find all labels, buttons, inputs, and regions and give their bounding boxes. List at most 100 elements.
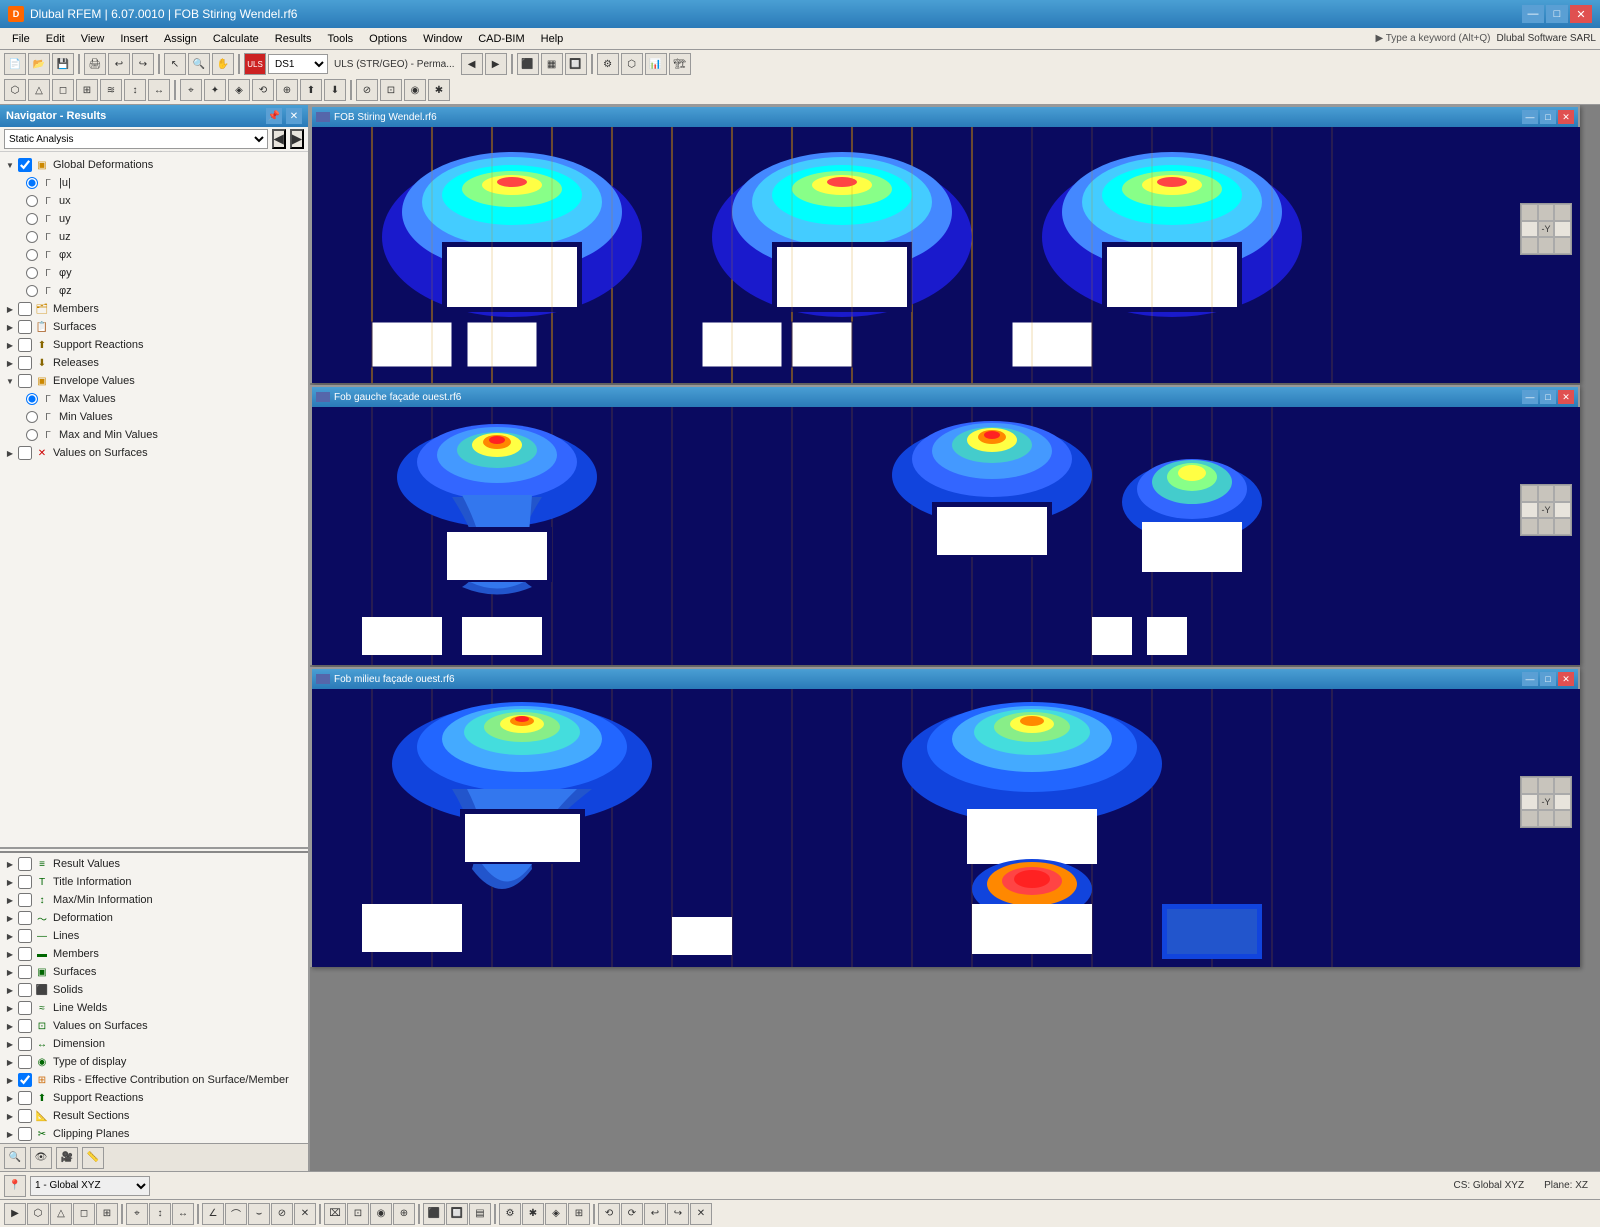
bt-28[interactable]: ↪ — [667, 1203, 689, 1225]
radio-u-abs[interactable] — [26, 177, 38, 189]
tb-misc1[interactable]: ⚙ — [597, 53, 619, 75]
arrow-result-sections[interactable]: ▶ — [4, 1110, 16, 1122]
mdi-min-3[interactable]: — — [1522, 672, 1538, 686]
check-support-reactions-b[interactable] — [18, 1091, 32, 1105]
menu-insert[interactable]: Insert — [112, 31, 156, 47]
check-dimension[interactable] — [18, 1037, 32, 1051]
arrow-surfaces-b[interactable]: ▶ — [4, 966, 16, 978]
tb-load-case[interactable]: DS1 — [268, 54, 328, 74]
mdi-min-2[interactable]: — — [1522, 390, 1538, 404]
bt-12[interactable]: ⊘ — [271, 1203, 293, 1225]
bottom-maxmin-info[interactable]: ▶ ↕ Max/Min Information — [0, 891, 308, 909]
radio-phix[interactable] — [26, 249, 38, 261]
arrow-title-info[interactable]: ▶ — [4, 876, 16, 888]
arrow-deformation[interactable]: ▶ — [4, 912, 16, 924]
bt-9[interactable]: ∠ — [202, 1203, 224, 1225]
bt-8[interactable]: ↔ — [172, 1203, 194, 1225]
tb-print[interactable]: 🖨 — [84, 53, 106, 75]
nav-prev[interactable]: ◀ — [272, 129, 286, 149]
mdi-close-3[interactable]: ✕ — [1558, 672, 1574, 686]
radio-phiy[interactable] — [26, 267, 38, 279]
tb-next[interactable]: ▶ — [485, 53, 507, 75]
bt-20[interactable]: ▤ — [469, 1203, 491, 1225]
arrow-members-b[interactable]: ▶ — [4, 948, 16, 960]
check-maxmin-info[interactable] — [18, 893, 32, 907]
menu-cadbim[interactable]: CAD-BIM — [470, 31, 532, 47]
check-releases[interactable] — [18, 356, 32, 370]
tb2-9[interactable]: ✦ — [204, 79, 226, 101]
nav-close[interactable]: ✕ — [286, 108, 302, 124]
radio-min-values[interactable] — [26, 411, 38, 423]
check-solids[interactable] — [18, 983, 32, 997]
tree-support-reactions[interactable]: ▶ ⬆ Support Reactions — [0, 336, 308, 354]
menu-results[interactable]: Results — [267, 31, 320, 47]
arrow-maxmin-info[interactable]: ▶ — [4, 894, 16, 906]
bt-23[interactable]: ◈ — [545, 1203, 567, 1225]
arrow-support-reactions-b[interactable]: ▶ — [4, 1092, 16, 1104]
bt-1[interactable]: ▶ — [4, 1203, 26, 1225]
bottom-result-sections[interactable]: ▶ 📐 Result Sections — [0, 1107, 308, 1125]
tb-select[interactable]: ↖ — [164, 53, 186, 75]
menu-window[interactable]: Window — [415, 31, 470, 47]
bt-15[interactable]: ⊡ — [347, 1203, 369, 1225]
tb-redo[interactable]: ↪ — [132, 53, 154, 75]
bt-10[interactable]: ⌒ — [225, 1203, 247, 1225]
nav-filter-select[interactable]: Static Analysis — [4, 129, 268, 149]
bottom-dimension[interactable]: ▶ ↔ Dimension — [0, 1035, 308, 1053]
tb2-5[interactable]: ≋ — [100, 79, 122, 101]
mdi-max-1[interactable]: □ — [1540, 110, 1556, 124]
bt-26[interactable]: ⟳ — [621, 1203, 643, 1225]
tb2-3[interactable]: ◻ — [52, 79, 74, 101]
radio-phiz[interactable] — [26, 285, 38, 297]
nav-icon1[interactable]: 🔍 — [4, 1147, 26, 1169]
mdi-min-1[interactable]: — — [1522, 110, 1538, 124]
arrow-result-values[interactable]: ▶ — [4, 858, 16, 870]
nav-icon4[interactable]: 📏 — [82, 1147, 104, 1169]
arrow-solids[interactable]: ▶ — [4, 984, 16, 996]
arrow-values-surfaces-b[interactable]: ▶ — [4, 1020, 16, 1032]
close-button[interactable]: ✕ — [1570, 5, 1592, 23]
tb2-15[interactable]: ⊘ — [356, 79, 378, 101]
tree-min-values[interactable]: Γ Min Values — [0, 408, 308, 426]
menu-calculate[interactable]: Calculate — [205, 31, 267, 47]
radio-max-min-values[interactable] — [26, 429, 38, 441]
check-members[interactable] — [18, 302, 32, 316]
check-values-surfaces[interactable] — [18, 446, 32, 460]
bt-14[interactable]: ⌧ — [324, 1203, 346, 1225]
menu-assign[interactable]: Assign — [156, 31, 205, 47]
bt-5[interactable]: ⊞ — [96, 1203, 118, 1225]
tb2-2[interactable]: △ — [28, 79, 50, 101]
check-lines[interactable] — [18, 929, 32, 943]
tree-phix[interactable]: Γ φx — [0, 246, 308, 264]
tree-arrow-values-surfaces[interactable]: ▶ — [4, 447, 16, 459]
tb2-1[interactable]: ⬡ — [4, 79, 26, 101]
tree-arrow-members[interactable]: ▶ — [4, 303, 16, 315]
coordinate-system-select[interactable]: 1 - Global XYZ — [30, 1176, 150, 1196]
tb2-10[interactable]: ◈ — [228, 79, 250, 101]
tree-global-deformations[interactable]: ▼ ▣ Global Deformations — [0, 156, 308, 174]
tree-arrow-deformations[interactable]: ▼ — [4, 159, 16, 171]
bottom-result-values[interactable]: ▶ ≡ Result Values — [0, 855, 308, 873]
arrow-clipping-planes[interactable]: ▶ — [4, 1128, 16, 1140]
bottom-ribs[interactable]: ▶ ⊞ Ribs - Effective Contribution on Sur… — [0, 1071, 308, 1089]
tree-arrow-support[interactable]: ▶ — [4, 339, 16, 351]
tb-save[interactable]: 💾 — [52, 53, 74, 75]
nav-icon3[interactable]: 🎥 — [56, 1147, 78, 1169]
tb-zoom[interactable]: 🔍 — [188, 53, 210, 75]
bottom-solids[interactable]: ▶ ⬛ Solids — [0, 981, 308, 999]
bt-6[interactable]: ⌖ — [126, 1203, 148, 1225]
tree-uz[interactable]: Γ uz — [0, 228, 308, 246]
mdi-close-2[interactable]: ✕ — [1558, 390, 1574, 404]
bt-13[interactable]: ✕ — [294, 1203, 316, 1225]
tb2-18[interactable]: ✱ — [428, 79, 450, 101]
tb-open[interactable]: 📂 — [28, 53, 50, 75]
tree-ux[interactable]: Γ ux — [0, 192, 308, 210]
mdi-max-3[interactable]: □ — [1540, 672, 1556, 686]
check-global-deformations[interactable] — [18, 158, 32, 172]
bt-18[interactable]: ⬛ — [423, 1203, 445, 1225]
check-title-info[interactable] — [18, 875, 32, 889]
tree-max-values[interactable]: Γ Max Values — [0, 390, 308, 408]
sb-icon1[interactable]: 📍 — [4, 1175, 26, 1197]
tree-envelope-values[interactable]: ▼ ▣ Envelope Values — [0, 372, 308, 390]
radio-uy[interactable] — [26, 213, 38, 225]
